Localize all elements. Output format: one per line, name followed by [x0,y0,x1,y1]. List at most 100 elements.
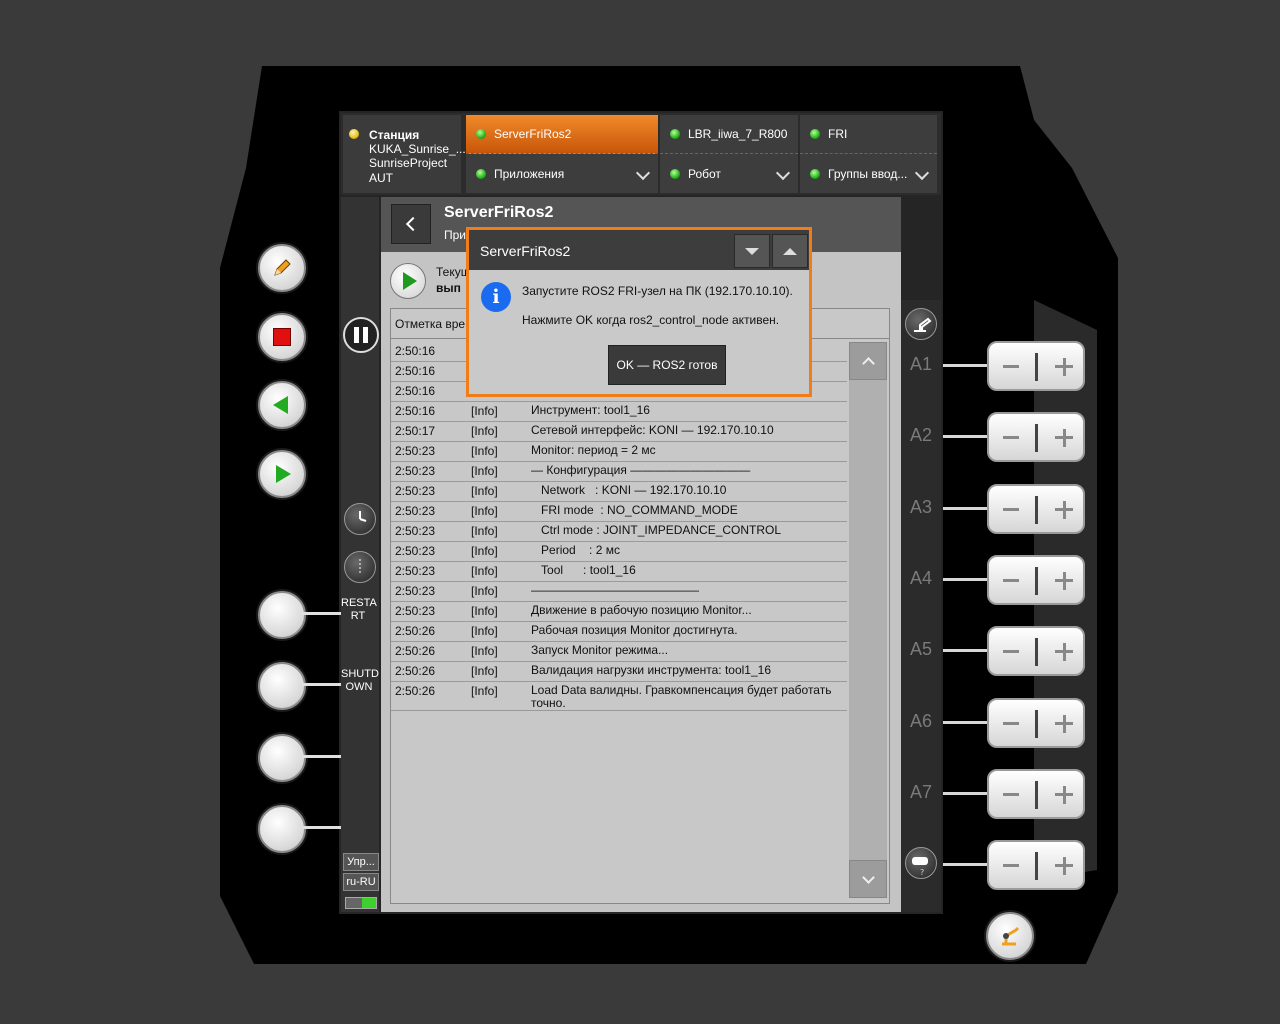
log-time: 2:50:26 [395,664,436,678]
locale-button[interactable]: ru-RU [343,873,379,891]
log-row[interactable]: 2:50:23 [Info] — Конфигурация —————————— [391,462,847,482]
log-message: Сетевой интерфейс: KONI — 192.170.10.10 [531,423,774,437]
tab-application-upper[interactable]: ServerFriRos2 [466,115,658,154]
jog-key[interactable] [987,768,1085,819]
scroll-down-button[interactable] [849,860,887,898]
log-row[interactable]: 2:50:26 [Info] Валидация нагрузки инструме… [391,662,847,682]
jog-key[interactable] [987,626,1085,677]
log-row[interactable]: 2:50:26 [Info] Рабочая позиция Monitor дос… [391,622,847,642]
softkey-4-button[interactable] [258,805,306,853]
plus-icon[interactable] [1062,500,1066,519]
run-button[interactable] [390,263,426,299]
chevron-down-icon [635,165,651,181]
dialog-prev-button[interactable] [772,234,808,268]
help-icon[interactable]: ? [905,847,937,879]
minus-icon[interactable] [1003,792,1019,796]
log-row[interactable]: 2:50:17 [Info] Сетевой интерфейс: KONI — 1… [391,422,847,442]
tab-application[interactable]: ServerFriRos2 Приложения [466,115,658,193]
log-row[interactable]: 2:50:23 [Info] FRI mode : NO_COMMAND_MODE [391,502,847,522]
axis-label: A4 [910,567,933,588]
log-time: 2:50:23 [395,464,436,478]
back-button[interactable] [391,204,431,244]
backward-button[interactable] [258,381,306,429]
scrollbar[interactable] [849,342,887,898]
log-row[interactable]: 2:50:23 [Info] —————————————— [391,582,847,602]
log-message: Network : KONI — 192.170.10.10 [531,483,727,497]
jog-key-extra[interactable] [987,840,1085,891]
plus-icon[interactable] [1062,643,1066,662]
tab-robot[interactable]: LBR_iiwa_7_R800 Робот [660,115,798,193]
minus-icon[interactable] [1003,650,1019,654]
forward-button[interactable] [258,450,306,498]
robot-icon[interactable] [905,308,937,340]
softkey-1-button[interactable] [258,591,306,639]
softkey-3-button[interactable] [258,734,306,782]
separator [1035,566,1038,595]
separator [1035,709,1038,738]
connector-line [943,720,989,724]
minus-icon[interactable] [1003,864,1019,868]
plus-icon[interactable] [1062,429,1066,448]
log-row[interactable]: 2:50:23 [Info] Движение в рабочую позицию … [391,602,847,622]
connector-line [302,755,341,758]
log-message: Валидация нагрузки инструмента: tool1_16 [531,663,771,677]
log-time: 2:50:23 [395,484,436,498]
list-icon[interactable] [344,551,376,583]
log-row[interactable]: 2:50:23 [Info] Tool : tool1_16 [391,562,847,582]
plus-icon[interactable] [1062,571,1066,590]
axis-label: A6 [910,710,933,731]
log-level: [Info] [471,644,498,658]
plus-icon[interactable] [1062,857,1066,876]
station-led [349,129,359,139]
plus-icon[interactable] [1062,358,1066,376]
manage-button[interactable]: Упр... [343,853,379,871]
log-row[interactable]: 2:50:23 [Info] Monitor: период = 2 мс [391,442,847,462]
chevron-down-icon [775,165,791,181]
scroll-up-button[interactable] [849,342,887,380]
connector-line [943,506,989,510]
pause-button[interactable] [343,317,379,353]
log-time: 2:50:16 [395,344,436,358]
log-row[interactable]: 2:50:23 [Info] Ctrl mode : JOINT_IMPEDANC… [391,522,847,542]
connector-line [943,577,989,581]
minus-icon[interactable] [1003,365,1019,368]
log-row[interactable]: 2:50:26 [Info] Load Data валидны. Гравкомп… [391,682,847,711]
minus-icon[interactable] [1003,578,1019,582]
log-row[interactable]: 2:50:26 [Info] Запуск Monitor режима... [391,642,847,662]
jog-mode-button[interactable] [986,912,1034,960]
tab-robot-lower[interactable]: Робот [660,155,798,193]
jog-key[interactable] [987,554,1085,605]
minus-icon[interactable] [1003,436,1019,440]
chevron-down-icon [914,165,930,181]
log-row[interactable]: 2:50:16 [Info] Инструмент: tool1_16 [391,402,847,422]
tab-robot-upper[interactable]: LBR_iiwa_7_R800 [660,115,798,154]
chevron-down-icon [861,870,875,884]
tab-fri-upper[interactable]: FRI [800,115,937,154]
tab-application-lower[interactable]: Приложения [466,155,658,193]
separator [1035,495,1038,524]
jog-key[interactable] [987,483,1085,534]
minus-icon[interactable] [1003,721,1019,725]
log-row[interactable]: 2:50:23 [Info] Period : 2 мс [391,542,847,562]
plus-icon[interactable] [1062,714,1066,733]
jog-key[interactable] [987,697,1085,748]
dialog-next-button[interactable] [734,234,770,268]
plus-icon[interactable] [1062,785,1066,804]
log-time: 2:50:23 [395,564,436,578]
ok-button[interactable]: OK — ROS2 готов [608,345,726,385]
jog-key[interactable] [987,341,1085,391]
clock-icon[interactable] [344,503,376,535]
tab-fri[interactable]: FRI Группы ввод... [800,115,937,193]
log-row[interactable]: 2:50:23 [Info] Network : KONI — 192.170.1… [391,482,847,502]
edit-button[interactable] [258,244,306,292]
jog-key[interactable] [987,412,1085,463]
tab-fri-lower[interactable]: Группы ввод... [800,155,937,193]
separator [1035,424,1038,453]
station-panel[interactable]: Станция KUKA_Sunrise_... SunriseProject … [343,115,466,193]
separator [1035,353,1038,381]
log-message: —————————————— [531,583,699,597]
stop-button[interactable] [258,313,306,361]
softkey-2-button[interactable] [258,662,306,710]
log-rows: 2:50:16 2:50:16 2:50:16 2:50:16 [Info] Инстру… [391,342,847,711]
minus-icon[interactable] [1003,507,1019,511]
